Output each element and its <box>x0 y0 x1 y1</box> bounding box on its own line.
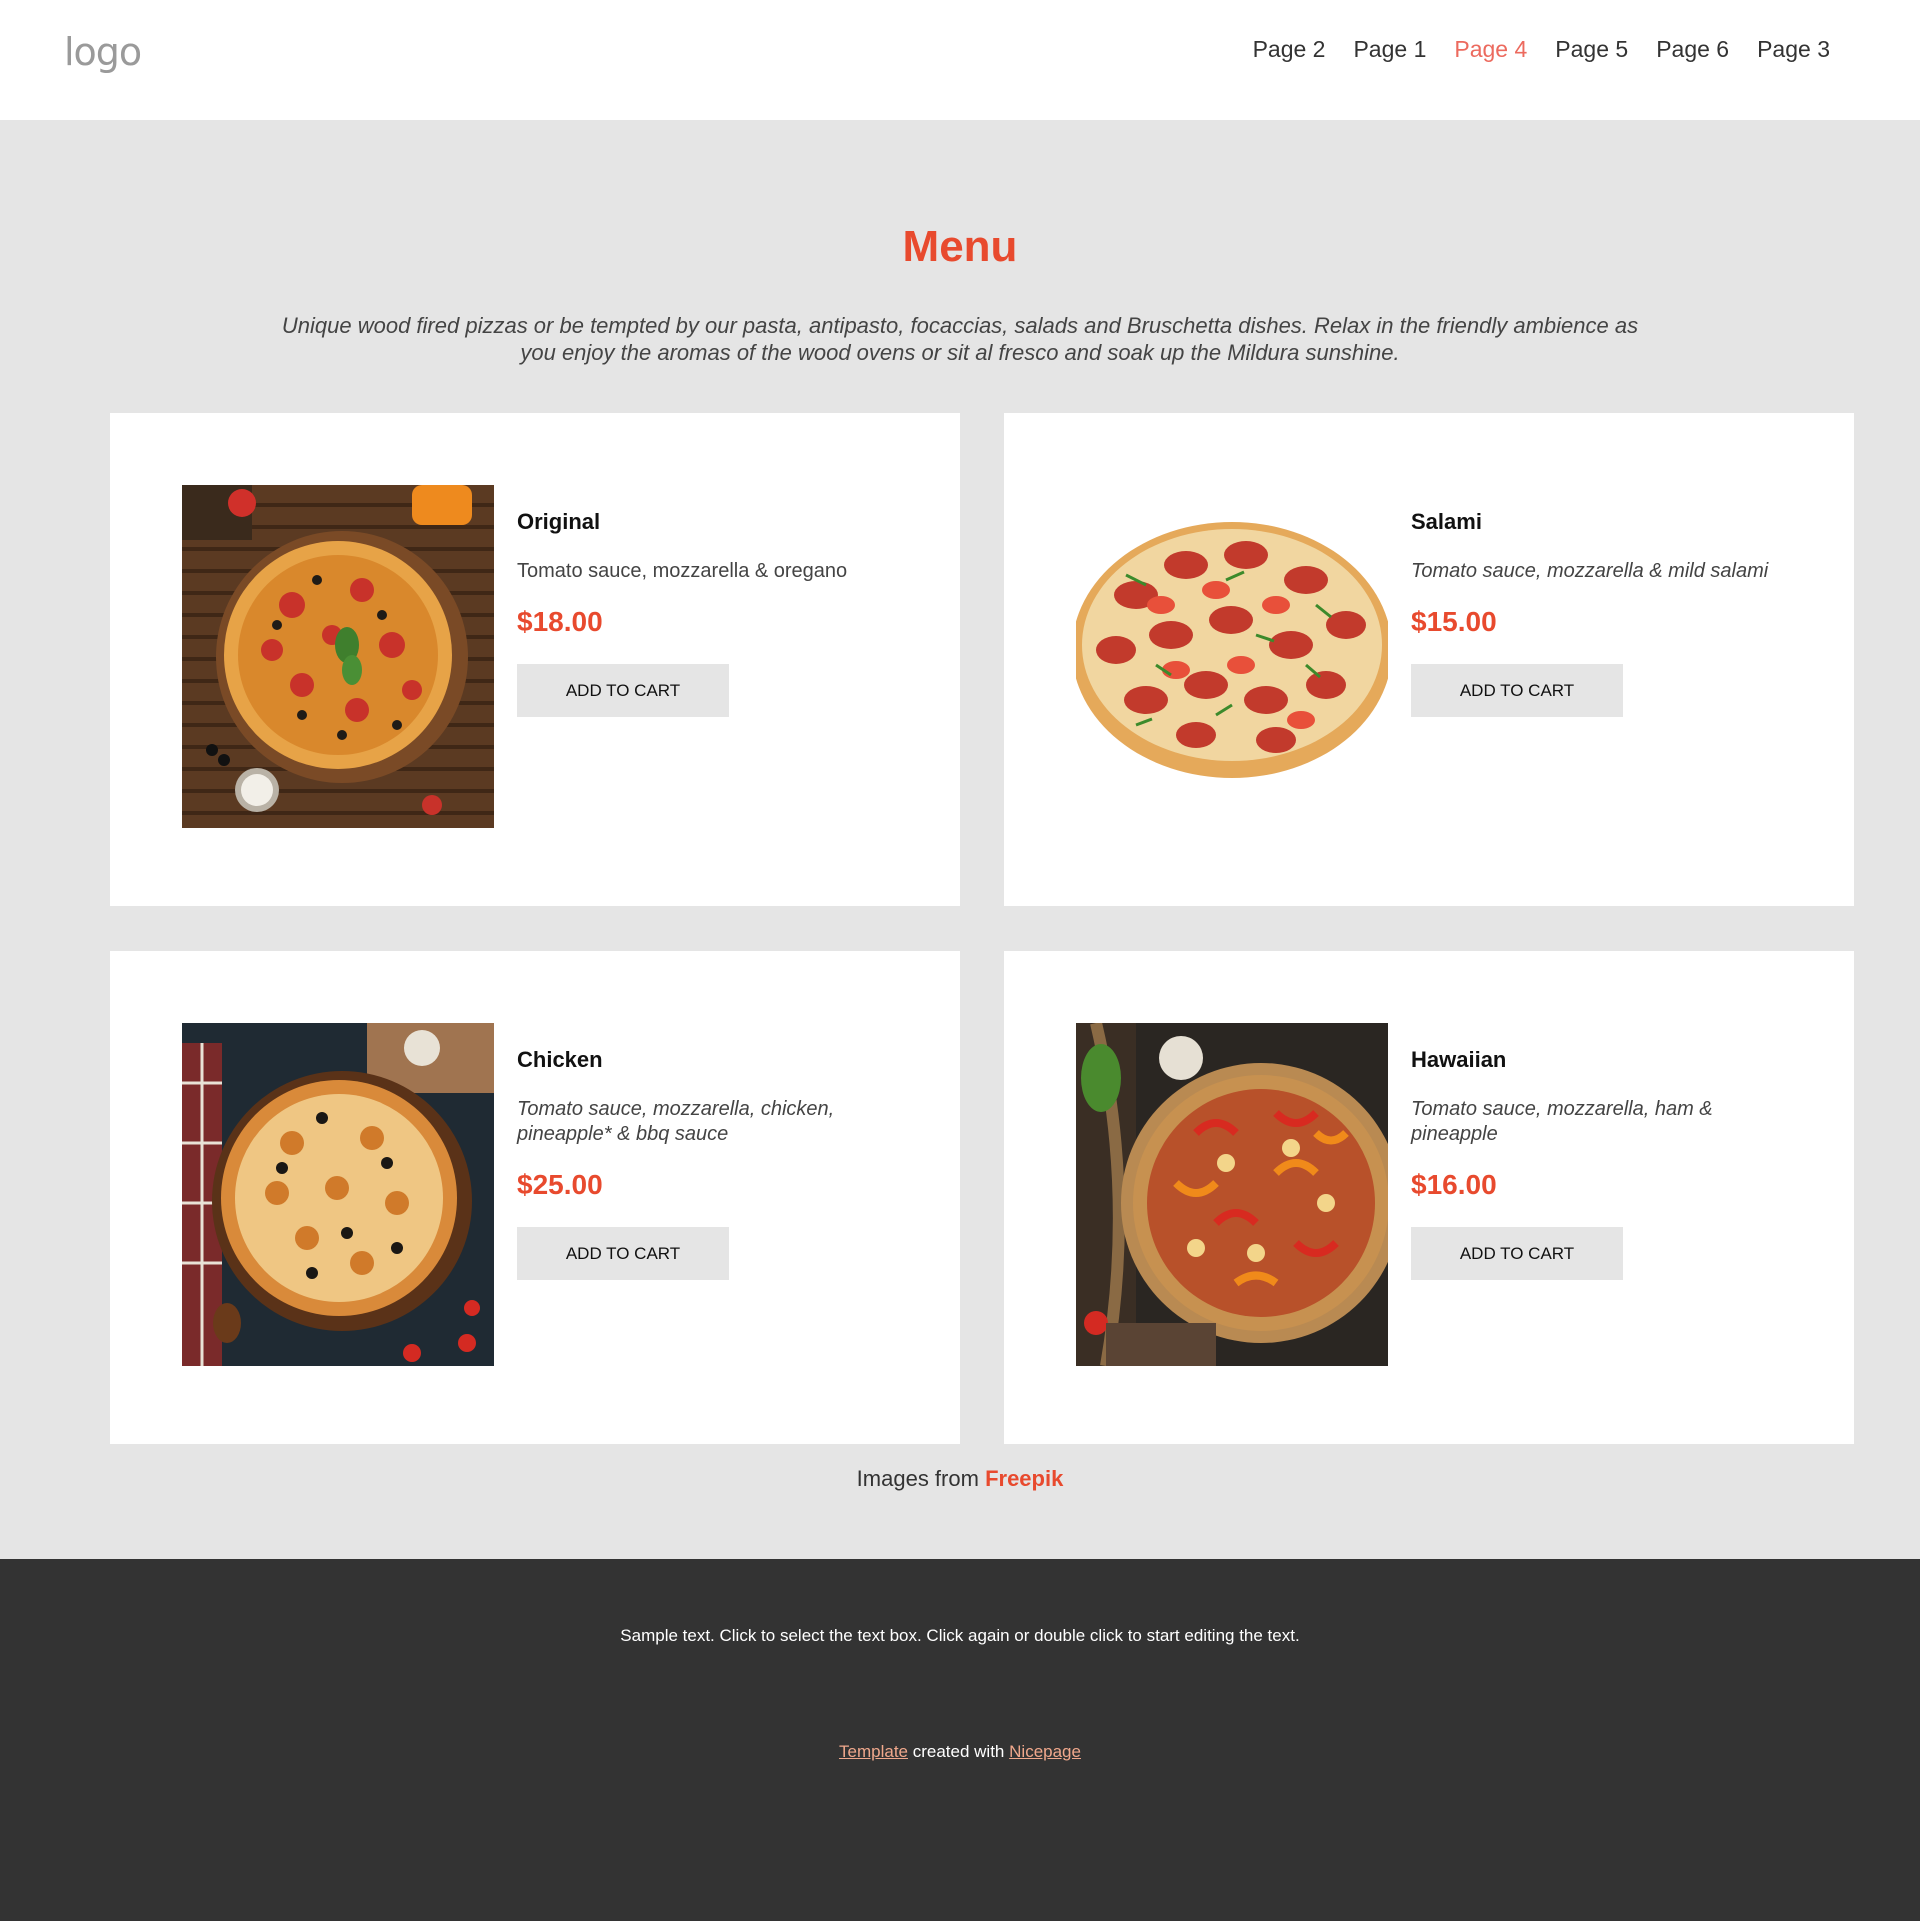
pizza-name: Original <box>517 509 601 534</box>
template-link[interactable]: Template <box>839 1742 908 1761</box>
menu-card-original: Original Tomato sauce, mozzarella & oreg… <box>110 413 960 906</box>
nav-item-page-1[interactable]: Page 1 <box>1339 36 1440 63</box>
pizza-name: Hawaiian <box>1411 1047 1507 1072</box>
pizza-name: Chicken <box>517 1047 603 1072</box>
menu-card-chicken: Chicken Tomato sauce, mozzarella, chicke… <box>110 951 960 1444</box>
nav-item-page-2[interactable]: Page 2 <box>1239 36 1340 63</box>
pizza-price: $15.00 <box>1411 606 1497 637</box>
add-to-cart-button[interactable]: ADD TO CART <box>517 1227 729 1280</box>
nav-item-page-6[interactable]: Page 6 <box>1642 36 1743 63</box>
add-to-cart-button[interactable]: ADD TO CART <box>1411 664 1623 717</box>
nicepage-link[interactable]: Nicepage <box>1009 1742 1081 1761</box>
pizza-description: Tomato sauce, mozzarella & oregano <box>517 560 848 582</box>
menu-card-salami: Salami Tomato sauce, mozzarella & mild s… <box>1004 413 1854 906</box>
nav-item-page-3[interactable]: Page 3 <box>1743 36 1844 63</box>
main-nav: Page 2 Page 1 Page 4 Page 5 Page 6 Page … <box>1239 36 1844 63</box>
pizza-original-image <box>182 485 494 828</box>
pizza-price: $18.00 <box>517 606 603 637</box>
add-to-cart-button[interactable]: ADD TO CART <box>1411 1227 1623 1280</box>
card-info: Chicken Tomato sauce, mozzarella, chicke… <box>517 1047 897 1280</box>
card-info: Salami Tomato sauce, mozzarella & mild s… <box>1411 509 1791 717</box>
site-header: logo Page 2 Page 1 Page 4 Page 5 Page 6 … <box>0 0 1920 120</box>
card-info: Original Tomato sauce, mozzarella & oreg… <box>517 509 897 717</box>
site-footer: Sample text. Click to select the text bo… <box>0 1559 1920 1921</box>
pizza-name: Salami <box>1411 509 1482 534</box>
footer-credit: Template created with Nicepage <box>0 1742 1920 1762</box>
card-info: Hawaiian Tomato sauce, mozzarella, ham &… <box>1411 1047 1791 1280</box>
freepik-link[interactable]: Freepik <box>985 1466 1063 1491</box>
pizza-price: $16.00 <box>1411 1169 1497 1200</box>
pizza-hawaiian-image <box>1076 1023 1388 1366</box>
menu-intro: Unique wood fired pizzas or be tempted b… <box>281 313 1639 365</box>
image-credit: Images from Freepik <box>0 1466 1920 1492</box>
nav-item-page-4[interactable]: Page 4 <box>1440 36 1541 63</box>
pizza-price: $25.00 <box>517 1169 603 1200</box>
add-to-cart-button[interactable]: ADD TO CART <box>517 664 729 717</box>
pizza-description: Tomato sauce, mozzarella & mild salami <box>1411 560 1769 582</box>
pizza-description: Tomato sauce, mozzarella, chicken, pinea… <box>517 1098 835 1145</box>
footer-sample-text: Sample text. Click to select the text bo… <box>620 1626 1300 1645</box>
menu-title: Menu <box>902 222 1018 271</box>
pizza-description: Tomato sauce, mozzarella, ham & pineappl… <box>1411 1098 1713 1145</box>
image-credit-prefix: Images from <box>856 1466 979 1491</box>
pizza-salami-image <box>1076 485 1388 828</box>
logo[interactable]: logo <box>64 30 142 74</box>
menu-card-hawaiian: Hawaiian Tomato sauce, mozzarella, ham &… <box>1004 951 1854 1444</box>
pizza-chicken-image <box>182 1023 494 1366</box>
nav-item-page-5[interactable]: Page 5 <box>1541 36 1642 63</box>
created-with-text: created with <box>912 1742 1005 1761</box>
